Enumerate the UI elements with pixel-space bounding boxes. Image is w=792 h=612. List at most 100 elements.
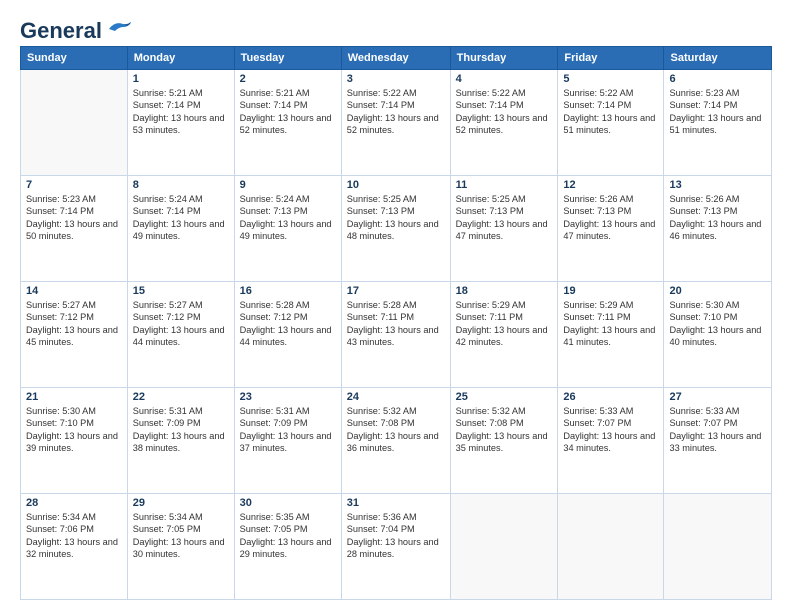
cell-info: Sunrise: 5:24 AMSunset: 7:13 PMDaylight:… bbox=[240, 194, 332, 241]
calendar-cell: 26 Sunrise: 5:33 AMSunset: 7:07 PMDayligh… bbox=[558, 388, 664, 494]
calendar-week-1: 1Sunrise: 5:21 AMSunset: 7:14 PMDaylight… bbox=[21, 70, 772, 176]
cell-day-number: 25 bbox=[456, 391, 553, 403]
cell-day-number: 6 bbox=[669, 73, 766, 85]
cell-day-number: 5 bbox=[563, 73, 658, 85]
calendar-header-monday: Monday bbox=[127, 47, 234, 70]
cell-info: Sunrise: 5:25 AMSunset: 7:13 PMDaylight:… bbox=[456, 194, 548, 241]
cell-day-number: 20 bbox=[669, 285, 766, 297]
cell-info: Sunrise: 5:21 AMSunset: 7:14 PMDaylight:… bbox=[133, 88, 225, 135]
cell-info: Sunrise: 5:30 AMSunset: 7:10 PMDaylight:… bbox=[26, 406, 118, 453]
cell-day-number: 28 bbox=[26, 497, 122, 509]
calendar-cell: 23 Sunrise: 5:31 AMSunset: 7:09 PMDayligh… bbox=[234, 388, 341, 494]
cell-day-number: 14 bbox=[26, 285, 122, 297]
calendar-header-row: SundayMondayTuesdayWednesdayThursdayFrid… bbox=[21, 47, 772, 70]
cell-day-number: 21 bbox=[26, 391, 122, 403]
cell-info: Sunrise: 5:36 AMSunset: 7:04 PMDaylight:… bbox=[347, 512, 439, 559]
cell-info: Sunrise: 5:25 AMSunset: 7:13 PMDaylight:… bbox=[347, 194, 439, 241]
cell-info: Sunrise: 5:27 AMSunset: 7:12 PMDaylight:… bbox=[133, 300, 225, 347]
calendar-header-saturday: Saturday bbox=[664, 47, 772, 70]
calendar-cell: 3Sunrise: 5:22 AMSunset: 7:14 PMDaylight… bbox=[341, 70, 450, 176]
calendar-cell: 8Sunrise: 5:24 AMSunset: 7:14 PMDaylight… bbox=[127, 176, 234, 282]
cell-info: Sunrise: 5:35 AMSunset: 7:05 PMDaylight:… bbox=[240, 512, 332, 559]
calendar-cell: 15 Sunrise: 5:27 AMSunset: 7:12 PMDayligh… bbox=[127, 282, 234, 388]
calendar-cell bbox=[450, 494, 558, 600]
cell-day-number: 15 bbox=[133, 285, 229, 297]
calendar-cell: 12 Sunrise: 5:26 AMSunset: 7:13 PMDayligh… bbox=[558, 176, 664, 282]
cell-day-number: 17 bbox=[347, 285, 445, 297]
cell-day-number: 9 bbox=[240, 179, 336, 191]
cell-day-number: 30 bbox=[240, 497, 336, 509]
cell-info: Sunrise: 5:29 AMSunset: 7:11 PMDaylight:… bbox=[563, 300, 655, 347]
calendar-cell: 28 Sunrise: 5:34 AMSunset: 7:06 PMDayligh… bbox=[21, 494, 128, 600]
calendar-cell bbox=[664, 494, 772, 600]
calendar-cell: 27 Sunrise: 5:33 AMSunset: 7:07 PMDayligh… bbox=[664, 388, 772, 494]
calendar-week-2: 7 Sunrise: 5:23 AMSunset: 7:14 PMDaylight… bbox=[21, 176, 772, 282]
cell-day-number: 4 bbox=[456, 73, 553, 85]
calendar-cell: 31 Sunrise: 5:36 AMSunset: 7:04 PMDayligh… bbox=[341, 494, 450, 600]
calendar-cell: 25 Sunrise: 5:32 AMSunset: 7:08 PMDayligh… bbox=[450, 388, 558, 494]
calendar-cell: 2 Sunrise: 5:21 AMSunset: 7:14 PMDaylight… bbox=[234, 70, 341, 176]
cell-info: Sunrise: 5:33 AMSunset: 7:07 PMDaylight:… bbox=[669, 406, 761, 453]
logo: General bbox=[20, 18, 133, 38]
calendar-cell: 10 Sunrise: 5:25 AMSunset: 7:13 PMDayligh… bbox=[341, 176, 450, 282]
calendar-header-wednesday: Wednesday bbox=[341, 47, 450, 70]
calendar-cell: 5 Sunrise: 5:22 AMSunset: 7:14 PMDaylight… bbox=[558, 70, 664, 176]
calendar-cell: 24Sunrise: 5:32 AMSunset: 7:08 PMDayligh… bbox=[341, 388, 450, 494]
cell-info: Sunrise: 5:32 AMSunset: 7:08 PMDaylight:… bbox=[347, 406, 439, 453]
cell-info: Sunrise: 5:26 AMSunset: 7:13 PMDaylight:… bbox=[563, 194, 655, 241]
calendar-header-thursday: Thursday bbox=[450, 47, 558, 70]
calendar-cell: 13 Sunrise: 5:26 AMSunset: 7:13 PMDayligh… bbox=[664, 176, 772, 282]
cell-info: Sunrise: 5:34 AMSunset: 7:05 PMDaylight:… bbox=[133, 512, 225, 559]
calendar-cell: 6 Sunrise: 5:23 AMSunset: 7:14 PMDaylight… bbox=[664, 70, 772, 176]
cell-day-number: 10 bbox=[347, 179, 445, 191]
calendar-cell: 17 Sunrise: 5:28 AMSunset: 7:11 PMDayligh… bbox=[341, 282, 450, 388]
cell-day-number: 29 bbox=[133, 497, 229, 509]
cell-day-number: 23 bbox=[240, 391, 336, 403]
cell-info: Sunrise: 5:23 AMSunset: 7:14 PMDaylight:… bbox=[669, 88, 761, 135]
cell-info: Sunrise: 5:28 AMSunset: 7:12 PMDaylight:… bbox=[240, 300, 332, 347]
calendar-cell: 30 Sunrise: 5:35 AMSunset: 7:05 PMDayligh… bbox=[234, 494, 341, 600]
cell-info: Sunrise: 5:33 AMSunset: 7:07 PMDaylight:… bbox=[563, 406, 655, 453]
calendar-cell: 18Sunrise: 5:29 AMSunset: 7:11 PMDayligh… bbox=[450, 282, 558, 388]
cell-day-number: 2 bbox=[240, 73, 336, 85]
cell-info: Sunrise: 5:28 AMSunset: 7:11 PMDaylight:… bbox=[347, 300, 439, 347]
calendar-cell: 9 Sunrise: 5:24 AMSunset: 7:13 PMDaylight… bbox=[234, 176, 341, 282]
cell-day-number: 27 bbox=[669, 391, 766, 403]
cell-info: Sunrise: 5:27 AMSunset: 7:12 PMDaylight:… bbox=[26, 300, 118, 347]
calendar-cell: 11Sunrise: 5:25 AMSunset: 7:13 PMDayligh… bbox=[450, 176, 558, 282]
calendar-table: SundayMondayTuesdayWednesdayThursdayFrid… bbox=[20, 46, 772, 600]
cell-day-number: 26 bbox=[563, 391, 658, 403]
cell-day-number: 22 bbox=[133, 391, 229, 403]
cell-info: Sunrise: 5:31 AMSunset: 7:09 PMDaylight:… bbox=[240, 406, 332, 453]
cell-info: Sunrise: 5:30 AMSunset: 7:10 PMDaylight:… bbox=[669, 300, 761, 347]
calendar-week-4: 21 Sunrise: 5:30 AMSunset: 7:10 PMDayligh… bbox=[21, 388, 772, 494]
calendar-cell: 22 Sunrise: 5:31 AMSunset: 7:09 PMDayligh… bbox=[127, 388, 234, 494]
cell-info: Sunrise: 5:21 AMSunset: 7:14 PMDaylight:… bbox=[240, 88, 332, 135]
calendar-cell: 7 Sunrise: 5:23 AMSunset: 7:14 PMDaylight… bbox=[21, 176, 128, 282]
cell-info: Sunrise: 5:32 AMSunset: 7:08 PMDaylight:… bbox=[456, 406, 548, 453]
cell-info: Sunrise: 5:29 AMSunset: 7:11 PMDaylight:… bbox=[456, 300, 548, 347]
cell-day-number: 8 bbox=[133, 179, 229, 191]
cell-info: Sunrise: 5:26 AMSunset: 7:13 PMDaylight:… bbox=[669, 194, 761, 241]
cell-day-number: 13 bbox=[669, 179, 766, 191]
cell-day-number: 31 bbox=[347, 497, 445, 509]
cell-info: Sunrise: 5:22 AMSunset: 7:14 PMDaylight:… bbox=[563, 88, 655, 135]
cell-info: Sunrise: 5:31 AMSunset: 7:09 PMDaylight:… bbox=[133, 406, 225, 453]
logo-general: General bbox=[20, 18, 102, 44]
cell-info: Sunrise: 5:34 AMSunset: 7:06 PMDaylight:… bbox=[26, 512, 118, 559]
calendar-week-3: 14 Sunrise: 5:27 AMSunset: 7:12 PMDayligh… bbox=[21, 282, 772, 388]
calendar-header-friday: Friday bbox=[558, 47, 664, 70]
cell-day-number: 19 bbox=[563, 285, 658, 297]
calendar-cell: 16Sunrise: 5:28 AMSunset: 7:12 PMDayligh… bbox=[234, 282, 341, 388]
calendar-cell: 20 Sunrise: 5:30 AMSunset: 7:10 PMDayligh… bbox=[664, 282, 772, 388]
calendar-cell: 1Sunrise: 5:21 AMSunset: 7:14 PMDaylight… bbox=[127, 70, 234, 176]
cell-day-number: 7 bbox=[26, 179, 122, 191]
cell-info: Sunrise: 5:23 AMSunset: 7:14 PMDaylight:… bbox=[26, 194, 118, 241]
calendar-cell: 19 Sunrise: 5:29 AMSunset: 7:11 PMDayligh… bbox=[558, 282, 664, 388]
calendar-header-sunday: Sunday bbox=[21, 47, 128, 70]
calendar-cell bbox=[558, 494, 664, 600]
page: General SundayMondayTuesdayWednesdayThur… bbox=[0, 0, 792, 612]
cell-info: Sunrise: 5:22 AMSunset: 7:14 PMDaylight:… bbox=[456, 88, 548, 135]
cell-day-number: 12 bbox=[563, 179, 658, 191]
cell-info: Sunrise: 5:22 AMSunset: 7:14 PMDaylight:… bbox=[347, 88, 439, 135]
